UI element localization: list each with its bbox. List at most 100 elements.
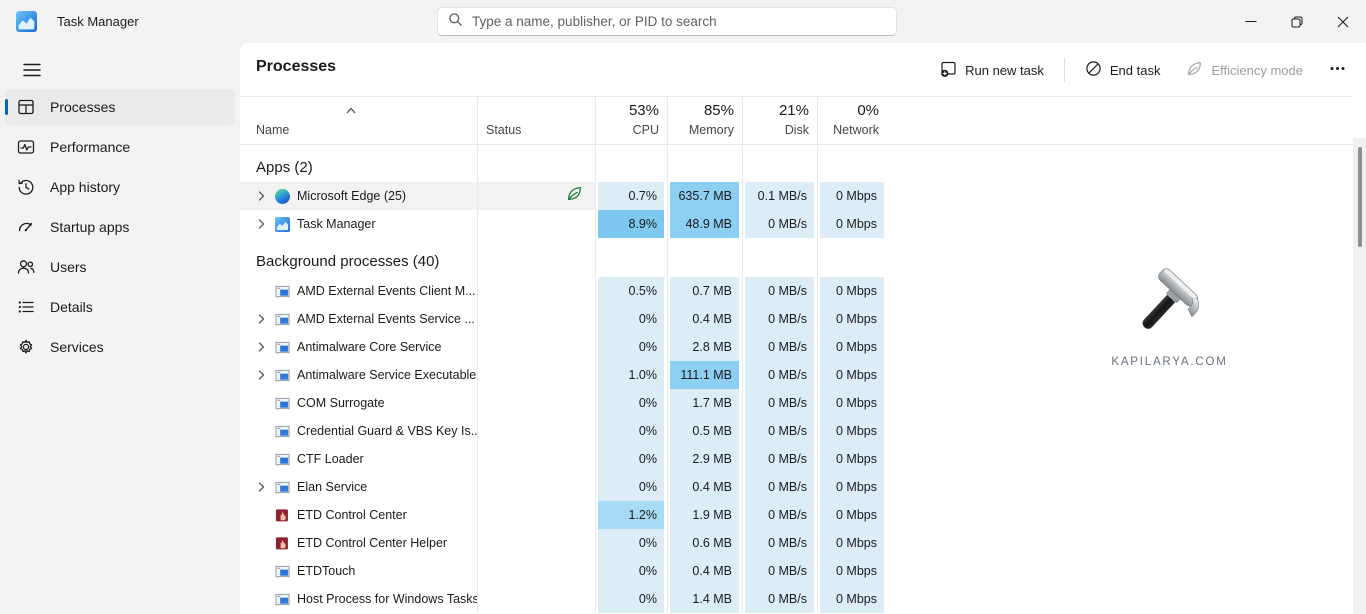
column-header-cpu[interactable]: 53% CPU (595, 97, 667, 144)
sidebar-nav: Processes Performance App history Startup a… (0, 89, 240, 369)
sidebar-item-label: App history (50, 179, 120, 195)
process-name: Antimalware Service Executable (297, 368, 476, 382)
vertical-scrollbar[interactable] (1353, 138, 1366, 614)
process-row[interactable]: AMD External Events Client M...0.5%0.7 M… (240, 277, 887, 305)
group-header-row[interactable]: Apps (2) (240, 152, 887, 182)
status-cell (477, 210, 595, 238)
column-header-network[interactable]: 0% Network (817, 97, 887, 144)
search-icon (448, 12, 463, 32)
cpu-cell: 0% (595, 333, 667, 361)
expand-chevron-icon[interactable] (255, 218, 268, 230)
end-task-button[interactable]: End task (1079, 56, 1167, 84)
sidebar-item-performance[interactable]: Performance (5, 129, 235, 165)
sidebar-item-users[interactable]: Users (5, 249, 235, 285)
disk-total: 21% (779, 102, 809, 119)
cpu-cell: 0% (595, 305, 667, 333)
process-row[interactable]: Elan Service0%0.4 MB0 MB/s0 Mbps (240, 473, 887, 501)
expand-chevron-icon[interactable] (255, 369, 268, 381)
scrollbar-thumb[interactable] (1358, 147, 1362, 247)
process-name: AMD External Events Client M... (297, 284, 476, 298)
expand-chevron-icon[interactable] (255, 481, 268, 493)
sidebar-item-label: Users (50, 259, 87, 275)
process-row[interactable]: COM Surrogate0%1.7 MB0 MB/s0 Mbps (240, 389, 887, 417)
more-options-button[interactable] (1323, 56, 1352, 84)
hamburger-icon (23, 63, 41, 82)
process-name: COM Surrogate (297, 396, 385, 410)
process-row[interactable]: Host Process for Windows Tasks0%1.4 MB0 … (240, 585, 887, 613)
expand-chevron-icon[interactable] (255, 190, 268, 202)
search-box[interactable] (437, 7, 897, 36)
cpu-cell: 0.7% (595, 182, 667, 210)
win-icon (274, 284, 290, 299)
sidebar-item-label: Processes (50, 99, 115, 115)
disk-cell: 0 MB/s (742, 445, 817, 473)
process-row[interactable]: ETDTouch0%0.4 MB0 MB/s0 Mbps (240, 557, 887, 585)
column-header-memory[interactable]: 85% Memory (667, 97, 742, 144)
minimize-button[interactable] (1228, 0, 1274, 43)
edge-icon (274, 189, 290, 204)
process-name: Task Manager (297, 217, 376, 231)
network-cell: 0 Mbps (817, 277, 887, 305)
column-header-status[interactable]: Status (477, 97, 595, 144)
efficiency-mode-button[interactable]: Efficiency mode (1180, 56, 1309, 84)
memory-cell: 1.9 MB (667, 501, 742, 529)
network-cell: 0 Mbps (817, 445, 887, 473)
process-name: Host Process for Windows Tasks (297, 592, 477, 606)
column-header-disk[interactable]: 21% Disk (742, 97, 817, 144)
status-cell (477, 333, 595, 361)
process-row[interactable]: ETD Control Center Helper0%0.6 MB0 MB/s0… (240, 529, 887, 557)
process-row[interactable]: ETD Control Center1.2%1.9 MB0 MB/s0 Mbps (240, 501, 887, 529)
search-input[interactable] (472, 14, 886, 29)
spacer-row (240, 238, 887, 246)
network-cell: 0 Mbps (817, 585, 887, 613)
sidebar-item-app-history[interactable]: App history (5, 169, 235, 205)
history-icon (16, 177, 36, 197)
close-button[interactable] (1320, 0, 1366, 43)
cpu-cell: 0% (595, 417, 667, 445)
group-label: Apps (2) (240, 152, 477, 182)
end-task-icon (1085, 60, 1102, 80)
performance-icon (16, 137, 36, 157)
process-row[interactable]: Microsoft Edge (25)0.7%635.7 MB0.1 MB/s0… (240, 182, 887, 210)
watermark: KAPILARYA.COM (1102, 265, 1237, 368)
process-name: Microsoft Edge (25) (297, 189, 406, 203)
expand-chevron-icon[interactable] (255, 341, 268, 353)
window-controls (1228, 0, 1366, 43)
process-row[interactable]: CTF Loader0%2.9 MB0 MB/s0 Mbps (240, 445, 887, 473)
memory-cell: 1.7 MB (667, 389, 742, 417)
run-new-task-button[interactable]: Run new task (934, 56, 1050, 84)
disk-cell: 0 MB/s (742, 361, 817, 389)
column-header-name[interactable]: Name (240, 97, 477, 144)
sort-ascending-icon (345, 101, 357, 119)
process-row[interactable]: Antimalware Service Executable1.0%111.1 … (240, 361, 887, 389)
sidebar-item-startup-apps[interactable]: Startup apps (5, 209, 235, 245)
process-row[interactable]: Credential Guard & VBS Key Is...0%0.5 MB… (240, 417, 887, 445)
navigation-menu-button[interactable] (12, 55, 52, 89)
sidebar-item-services[interactable]: Services (5, 329, 235, 365)
process-row[interactable]: Task Manager8.9%48.9 MB0 MB/s0 Mbps (240, 210, 887, 238)
toolbar: Run new task End task Efficiency mode (934, 55, 1352, 85)
efficiency-mode-label: Efficiency mode (1211, 63, 1303, 78)
process-row[interactable]: Antimalware Core Service0%2.8 MB0 MB/s0 … (240, 333, 887, 361)
status-cell (477, 182, 595, 210)
process-row[interactable]: AMD External Events Service ...0%0.4 MB0… (240, 305, 887, 333)
disk-cell: 0 MB/s (742, 417, 817, 445)
restore-button[interactable] (1274, 0, 1320, 43)
disk-cell: 0 MB/s (742, 557, 817, 585)
cpu-cell: 0% (595, 473, 667, 501)
run-new-task-icon (940, 60, 957, 80)
sidebar: Processes Performance App history Startup a… (0, 43, 240, 614)
process-name: Antimalware Core Service (297, 340, 442, 354)
group-header-row[interactable]: Background processes (40) (240, 246, 887, 277)
sidebar-item-processes[interactable]: Processes (5, 89, 235, 125)
expand-chevron-icon[interactable] (255, 313, 268, 325)
win-icon (274, 368, 290, 383)
status-cell (477, 305, 595, 333)
toolbar-divider (1064, 58, 1065, 82)
status-cell (477, 585, 595, 613)
table-header: Name Status 53% CPU 85% Memory 21% Disk … (240, 97, 887, 144)
network-cell: 0 Mbps (817, 417, 887, 445)
cpu-cell: 0% (595, 445, 667, 473)
sidebar-item-label: Performance (50, 139, 130, 155)
sidebar-item-details[interactable]: Details (5, 289, 235, 325)
